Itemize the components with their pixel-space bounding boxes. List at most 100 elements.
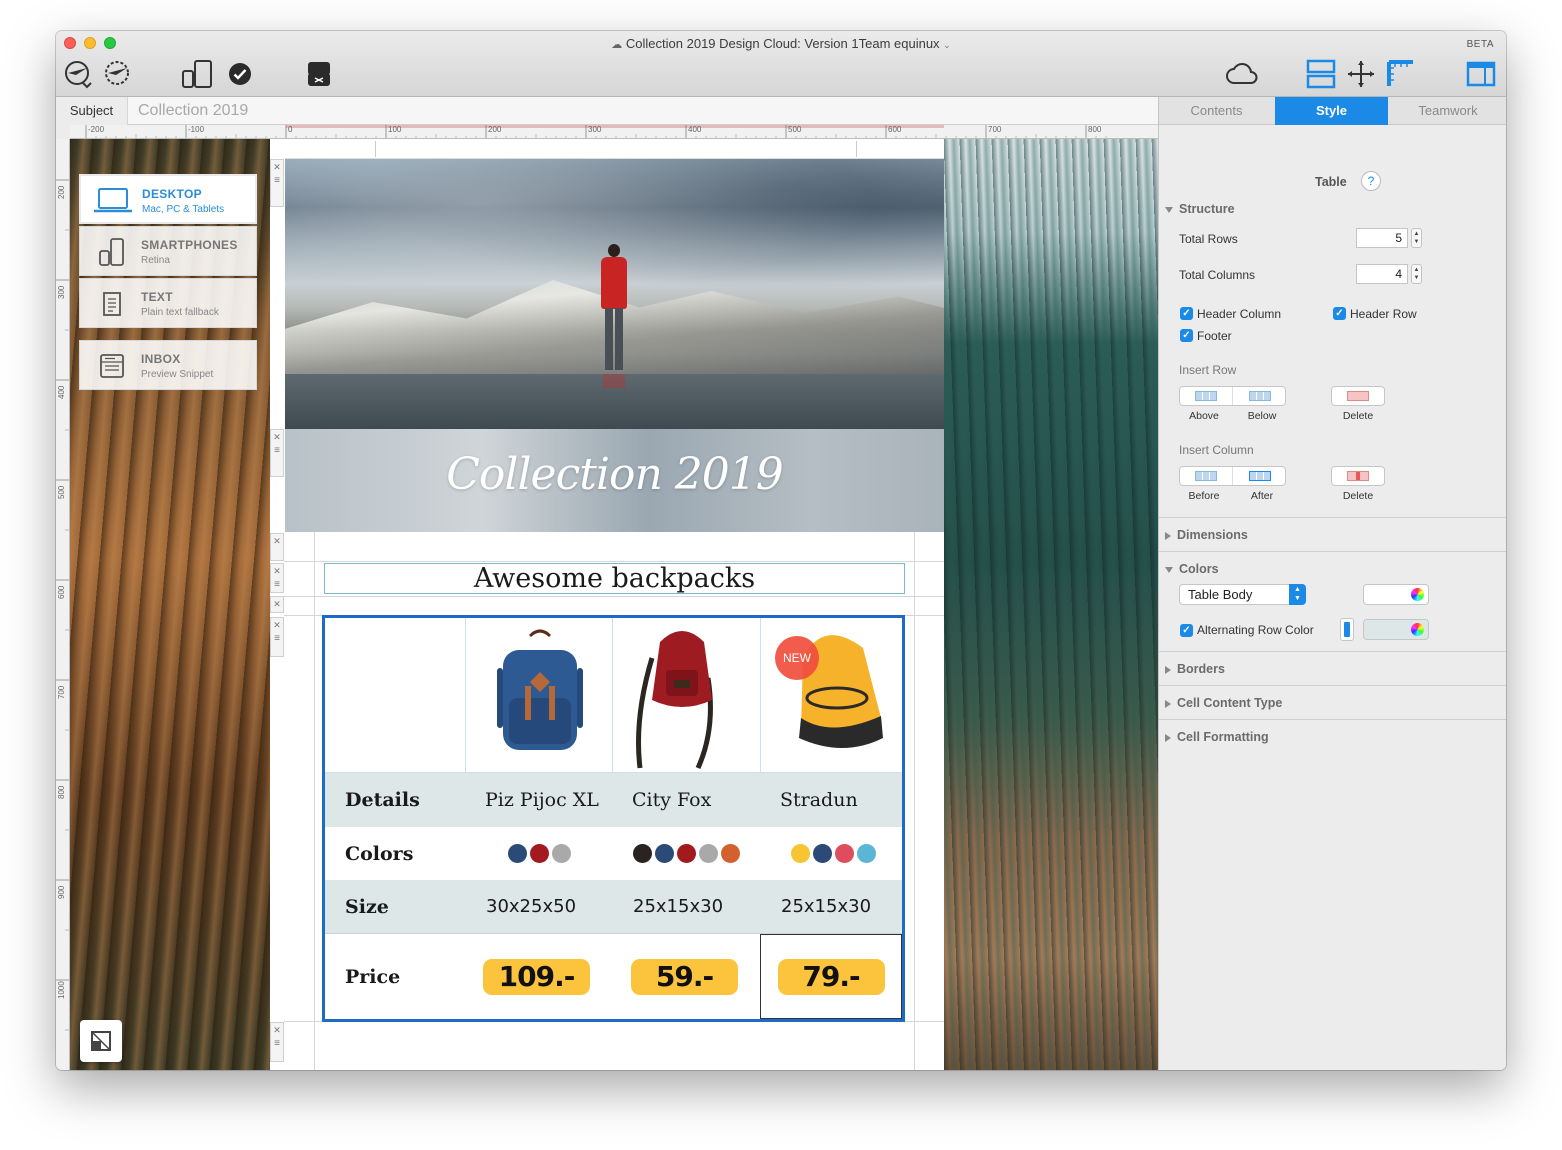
block-handle[interactable]: ✕ ≡	[270, 159, 284, 207]
color-wheel-icon[interactable]	[1411, 588, 1424, 601]
remove-block-icon[interactable]: ✕	[273, 597, 281, 611]
divider	[1159, 719, 1506, 720]
total-columns-field[interactable]: 4	[1356, 264, 1408, 284]
cloud-icon[interactable]	[1224, 58, 1260, 90]
ruler-top-tick: -100	[188, 125, 205, 134]
section-cell-formatting[interactable]: Cell Formatting	[1165, 730, 1269, 744]
selected-cell[interactable]: 79.-	[760, 934, 902, 1019]
chat-icon[interactable]	[302, 58, 336, 90]
section-cell-content-type[interactable]: Cell Content Type	[1165, 696, 1282, 710]
view-text[interactable]: TEXT Plain text fallback	[79, 278, 257, 328]
total-columns-stepper[interactable]: ▲ ▼	[1411, 264, 1422, 284]
table-row-price: Price 109.- 59.- 79.-	[325, 933, 902, 1019]
remove-block-icon[interactable]: ✕	[273, 534, 281, 548]
background-image-right	[944, 139, 1158, 1070]
layout-icon[interactable]	[1304, 57, 1338, 91]
footer-checkbox[interactable]: ✓	[1180, 329, 1193, 342]
remove-block-icon[interactable]: ✕	[273, 160, 281, 174]
devices-icon[interactable]	[180, 57, 216, 91]
section-structure[interactable]: Structure	[1165, 202, 1235, 216]
subject-bar: Subject	[56, 97, 1158, 125]
price-tag[interactable]: 59.-	[631, 958, 738, 995]
ruler-top[interactable]: -200 -100 0 100 200 300 400 500 600 700 …	[70, 125, 1158, 139]
price-tag[interactable]: 79.-	[777, 958, 885, 995]
block-handle[interactable]: ✕	[270, 533, 284, 561]
remove-block-icon[interactable]: ✕	[273, 1023, 281, 1037]
toggle-indicator-icon	[1344, 622, 1350, 637]
view-title: SMARTPHONES	[141, 238, 238, 252]
section-heading[interactable]: Awesome backpacks	[324, 563, 905, 594]
header-column-label: Header Column	[1197, 307, 1282, 321]
block-handle[interactable]: ✕ ≡	[270, 1022, 284, 1062]
product-image-city-fox[interactable]	[630, 628, 730, 775]
insert-row-above-button[interactable]	[1180, 387, 1233, 405]
sidebar-icon[interactable]	[1464, 57, 1498, 91]
block-handle[interactable]: ✕ ≡	[270, 429, 284, 477]
move-icon[interactable]	[1344, 57, 1378, 91]
product-table[interactable]: NEW Details Piz Pijoc XL City Fox Stradu…	[322, 615, 905, 1022]
alternating-mode-toggle[interactable]	[1340, 618, 1354, 641]
view-smartphones[interactable]: SMARTPHONES Retina	[79, 226, 257, 276]
section-colors[interactable]: Colors	[1165, 562, 1219, 576]
alternating-row-color-checkbox[interactable]: ✓	[1180, 624, 1193, 637]
section-dimensions[interactable]: Dimensions	[1165, 528, 1248, 542]
block-handle[interactable]: ✕	[270, 596, 284, 613]
total-columns-label: Total Columns	[1179, 268, 1256, 282]
block-handle[interactable]: ✕ ≡	[270, 617, 284, 657]
banner-block[interactable]: Collection 2019	[285, 429, 944, 532]
subject-input[interactable]	[138, 102, 538, 120]
total-rows-field[interactable]: 5	[1356, 228, 1408, 248]
layers-button[interactable]	[80, 1020, 122, 1062]
delete-column-button[interactable]	[1331, 466, 1385, 486]
document-icon	[92, 289, 132, 319]
product-size: 25x15x30	[633, 896, 724, 917]
color-wheel-icon[interactable]	[1411, 623, 1424, 636]
drag-handle-icon[interactable]: ≡	[274, 1037, 280, 1051]
color-dot	[552, 844, 571, 863]
price-tag[interactable]: 109.-	[483, 958, 590, 995]
help-icon[interactable]: ?	[1361, 171, 1381, 191]
tab-contents[interactable]: Contents	[1159, 97, 1274, 125]
drag-handle-icon[interactable]: ≡	[274, 444, 280, 458]
send-plane-icon[interactable]	[62, 57, 96, 91]
insert-column-after-button[interactable]	[1234, 467, 1286, 485]
delete-row-button[interactable]	[1331, 386, 1385, 406]
drag-handle-icon[interactable]: ≡	[274, 174, 280, 188]
editor-canvas[interactable]: DESKTOP Mac, PC & Tablets SMARTPHONES Re…	[70, 139, 1158, 1070]
alternating-color-well[interactable]	[1363, 619, 1429, 640]
color-target-select[interactable]: Table Body ▲ ▼	[1179, 584, 1306, 605]
preheader-area	[285, 139, 944, 159]
checkmark-icon[interactable]	[226, 60, 254, 88]
table-row-details: Details Piz Pijoc XL City Fox Stradun	[325, 773, 902, 827]
drag-handle-icon[interactable]: ≡	[274, 578, 280, 592]
remove-block-icon[interactable]: ✕	[273, 564, 281, 578]
ruler-left-tick: 1000	[57, 981, 66, 999]
schedule-plane-icon[interactable]	[100, 57, 134, 91]
total-rows-stepper[interactable]: ▲ ▼	[1411, 228, 1422, 248]
insert-column-before-button[interactable]	[1180, 467, 1233, 485]
header-column-checkbox[interactable]: ✓	[1180, 307, 1193, 320]
hero-image[interactable]	[285, 159, 944, 429]
header-row-checkbox[interactable]: ✓	[1333, 307, 1346, 320]
ruler-icon[interactable]	[1384, 57, 1418, 91]
view-inbox[interactable]: INBOX Preview Snippet	[79, 340, 257, 390]
remove-block-icon[interactable]: ✕	[273, 430, 281, 444]
table-body-color-well[interactable]	[1363, 584, 1429, 605]
drag-handle-icon[interactable]: ≡	[274, 632, 280, 646]
section-borders[interactable]: Borders	[1165, 662, 1225, 676]
ruler-left[interactable]: 200 300 400 500 600 700 800 900 1000	[56, 139, 70, 1070]
header-row-label: Header Row	[1350, 307, 1417, 321]
tab-style[interactable]: Style	[1275, 97, 1388, 125]
delete-row-icon	[1347, 391, 1369, 401]
ruler-top-tick: 0	[288, 125, 293, 134]
row-below-icon	[1249, 391, 1271, 401]
product-image-stradun[interactable]: NEW	[773, 628, 893, 765]
color-dot	[813, 844, 832, 863]
chevron-down-icon[interactable]: ⌄	[943, 40, 951, 50]
insert-row-below-button[interactable]	[1234, 387, 1286, 405]
tab-teamwork[interactable]: Teamwork	[1389, 97, 1506, 125]
product-image-piz-pijoc[interactable]	[495, 628, 585, 765]
view-desktop[interactable]: DESKTOP Mac, PC & Tablets	[79, 174, 257, 224]
block-handle[interactable]: ✕ ≡	[270, 563, 284, 593]
remove-block-icon[interactable]: ✕	[273, 618, 281, 632]
